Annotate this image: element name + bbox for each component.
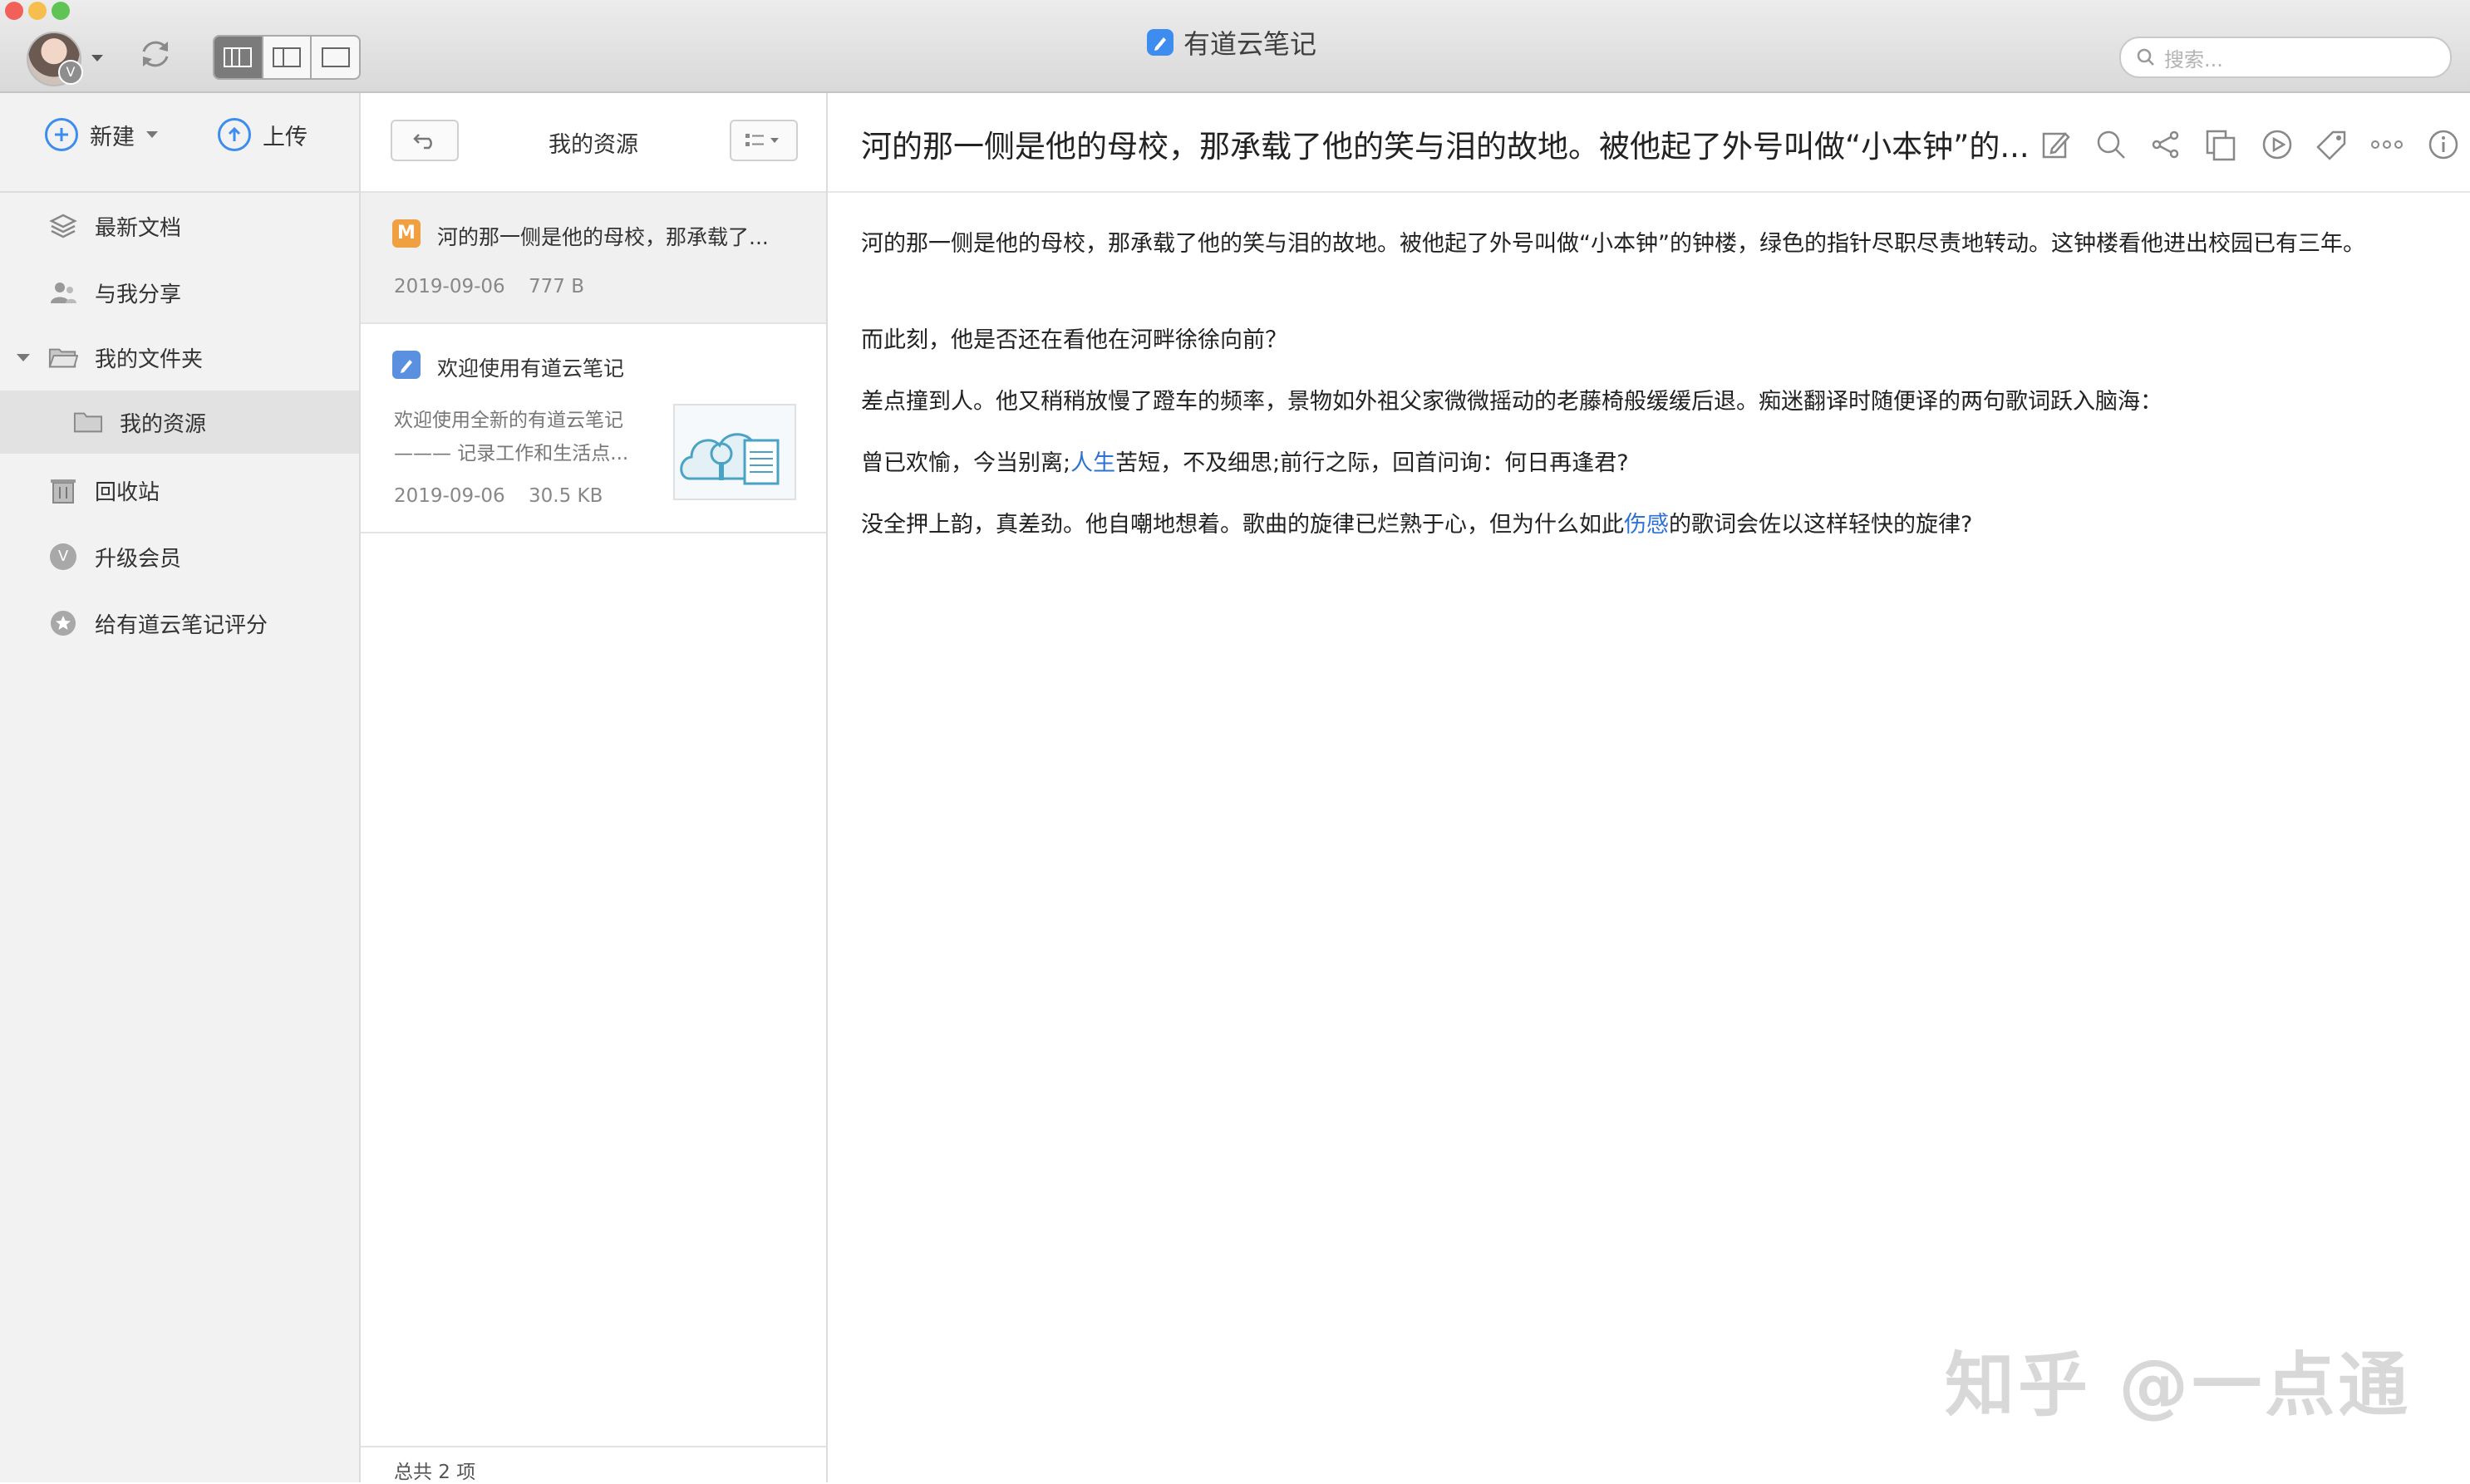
sidebar-item-label: 与我分享 bbox=[95, 282, 182, 307]
sidebar-item-recent[interactable]: 最新文档 bbox=[0, 194, 359, 258]
markdown-note-icon: M bbox=[392, 219, 421, 248]
shared-users-icon bbox=[48, 278, 78, 307]
paragraph: 河的那一侧是他的母校，那承载了他的笑与泪的故地。被他起了外号叫做“小本钟”的钟楼… bbox=[861, 231, 2365, 257]
app-logo-icon bbox=[1147, 29, 1173, 56]
account-dropdown-icon[interactable] bbox=[91, 55, 103, 61]
sidebar: 新建 上传 最新文档 与我分享 我的文件夹 我的资源 回收站 V 升级会员 给有… bbox=[0, 93, 361, 1482]
paragraph-text: 的歌词会佐以这样轻快的旋律? bbox=[1669, 512, 1973, 538]
star-icon bbox=[48, 608, 78, 638]
layers-icon bbox=[48, 211, 78, 241]
vip-badge: V bbox=[58, 60, 83, 85]
note-snippet-line: ——— 记录工作和生活点... bbox=[394, 443, 629, 464]
paragraph: 差点撞到人。他又稍稍放慢了蹬车的频率，景物如外祖父家微微摇动的老藤椅般缓缓后退。… bbox=[861, 389, 2162, 415]
sidebar-item-label: 最新文档 bbox=[95, 215, 182, 241]
watermark: 知乎 @一点通 bbox=[1945, 1344, 2412, 1426]
sidebar-item-label: 我的文件夹 bbox=[95, 346, 204, 372]
share-icon[interactable] bbox=[2148, 126, 2184, 163]
vip-icon-letter: V bbox=[50, 543, 76, 570]
search-box[interactable]: 搜索... bbox=[2119, 37, 2452, 78]
new-label: 新建 bbox=[90, 124, 135, 150]
note-thumbnail bbox=[673, 404, 796, 500]
search-input[interactable]: 搜索... bbox=[2164, 43, 2223, 72]
close-window-button[interactable] bbox=[5, 2, 23, 20]
note-count: 总共 2 项 bbox=[394, 1462, 476, 1483]
paragraph-text: 曾已欢愉，今当别离; bbox=[861, 450, 1071, 476]
new-button[interactable]: 新建 bbox=[45, 118, 158, 151]
note-date: 2019-09-06 bbox=[394, 276, 505, 297]
app-title-text: 有道云笔记 bbox=[1183, 28, 1317, 60]
title-bar: V 有道云笔记 搜索... bbox=[0, 0, 2470, 93]
play-icon[interactable] bbox=[2259, 126, 2295, 163]
upload-icon bbox=[218, 118, 251, 151]
highlighted-link[interactable]: 伤感 bbox=[1624, 512, 1669, 538]
paragraph: 曾已欢愉，今当别离;人生苦短，不及细思;前行之际，回首问询：何日再逢君? bbox=[861, 445, 2432, 482]
folder-icon bbox=[73, 407, 103, 437]
trash-icon bbox=[48, 475, 78, 505]
view-mode-switcher bbox=[213, 35, 361, 80]
paragraph-text: 没全押上韵，真差劲。他自嘲地想着。歌曲的旋律已烂熟于心，但为什么如此 bbox=[861, 512, 1624, 538]
paragraph-text: 苦短，不及细思;前行之际，回首问询：何日再逢君? bbox=[1115, 450, 1629, 476]
editor-panel: 河的那一侧是他的母校，那承载了他的笑与泪的故地。被他起了外号叫做“小本钟”的..… bbox=[828, 93, 2470, 1482]
plus-icon bbox=[45, 118, 78, 151]
new-dropdown-icon bbox=[146, 131, 158, 138]
three-column-view-button[interactable] bbox=[214, 37, 263, 78]
sidebar-item-rate[interactable]: 给有道云笔记评分 bbox=[0, 592, 359, 655]
note-size: 30.5 KB bbox=[529, 485, 603, 507]
sidebar-item-label: 给有道云笔记评分 bbox=[95, 612, 268, 638]
note-title: 河的那一侧是他的母校，那承载了... bbox=[437, 225, 769, 249]
upload-label: 上传 bbox=[263, 124, 308, 150]
note-item[interactable]: M 河的那一侧是他的母校，那承载了... 2019-09-06 777 B bbox=[361, 193, 826, 324]
editor-header: 河的那一侧是他的母校，那承载了他的笑与泪的故地。被他起了外号叫做“小本钟”的..… bbox=[828, 93, 2470, 193]
paragraph: 而此刻，他是否还在看他在河畔徐徐向前？ bbox=[861, 327, 1287, 353]
sidebar-item-label: 我的资源 bbox=[120, 411, 207, 437]
expand-arrow-icon[interactable] bbox=[17, 353, 30, 361]
folder-open-icon bbox=[48, 342, 78, 372]
window-title: 有道云笔记 bbox=[1147, 23, 1316, 61]
copy-icon[interactable] bbox=[2202, 126, 2239, 163]
note-size: 777 B bbox=[529, 276, 584, 297]
note-list-panel: 我的资源 M 河的那一侧是他的母校，那承载了... 2019-09-06 777… bbox=[361, 93, 828, 1484]
edit-icon[interactable] bbox=[2038, 126, 2074, 163]
sidebar-item-my-resources[interactable]: 我的资源 bbox=[0, 391, 359, 454]
sidebar-item-trash[interactable]: 回收站 bbox=[0, 459, 359, 522]
sidebar-item-label: 升级会员 bbox=[95, 546, 182, 572]
note-item[interactable]: 欢迎使用有道云笔记 欢迎使用全新的有道云笔记 ——— 记录工作和生活点... 2… bbox=[361, 324, 826, 533]
search-icon[interactable] bbox=[2093, 126, 2129, 163]
highlighted-link[interactable]: 人生 bbox=[1070, 450, 1115, 476]
note-snippet-line: 欢迎使用全新的有道云笔记 bbox=[394, 410, 623, 431]
sidebar-item-shared[interactable]: 与我分享 bbox=[0, 261, 359, 324]
tag-icon[interactable] bbox=[2314, 126, 2350, 163]
sidebar-actions: 新建 上传 bbox=[0, 93, 359, 193]
sidebar-item-my-folders[interactable]: 我的文件夹 bbox=[0, 326, 359, 389]
minimize-window-button[interactable] bbox=[28, 2, 47, 20]
sync-icon[interactable] bbox=[136, 35, 175, 73]
list-view-icon bbox=[745, 134, 779, 146]
list-view-options-button[interactable] bbox=[730, 120, 798, 161]
vip-icon: V bbox=[48, 542, 78, 572]
sidebar-item-label: 回收站 bbox=[95, 479, 160, 505]
search-icon bbox=[2136, 47, 2156, 67]
cloud-document-illustration-icon bbox=[680, 433, 780, 485]
paragraph: 没全押上韵，真差劲。他自嘲地想着。歌曲的旋律已烂熟于心，但为什么如此伤感的歌词会… bbox=[861, 507, 2432, 543]
more-icon[interactable] bbox=[2369, 126, 2405, 163]
two-column-view-button[interactable] bbox=[263, 37, 312, 78]
sidebar-item-upgrade[interactable]: V 升级会员 bbox=[0, 525, 359, 588]
single-column-view-button[interactable] bbox=[312, 37, 359, 78]
note-title: 欢迎使用有道云笔记 bbox=[437, 356, 625, 381]
note-date: 2019-09-06 bbox=[394, 485, 505, 507]
note-list-header: 我的资源 bbox=[361, 93, 826, 193]
info-icon[interactable] bbox=[2425, 126, 2462, 163]
note-icon bbox=[392, 351, 421, 379]
note-list-footer: 总共 2 项 bbox=[361, 1446, 826, 1484]
upload-button[interactable]: 上传 bbox=[218, 118, 308, 151]
zoom-window-button[interactable] bbox=[52, 2, 70, 20]
document-title: 河的那一侧是他的母校，那承载了他的笑与泪的故地。被他起了外号叫做“小本钟”的..… bbox=[861, 129, 2030, 165]
